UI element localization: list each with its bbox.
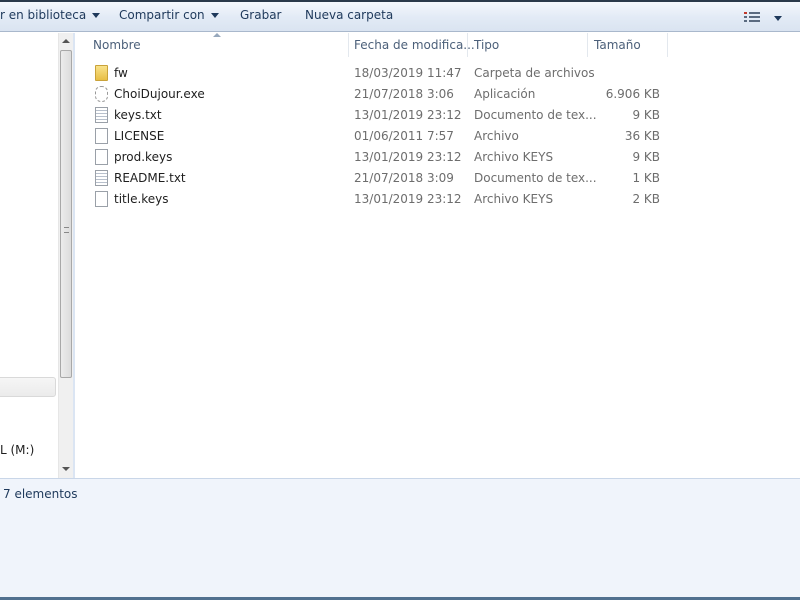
share-with-button[interactable]: Compartir con	[119, 8, 219, 22]
nav-item-drive[interactable]: L (M:)	[0, 443, 34, 457]
file-icon	[95, 149, 108, 165]
column-divider[interactable]	[667, 33, 668, 57]
file-row[interactable]: README.txt 21/07/2018 3:09 Documento de …	[75, 168, 800, 189]
file-name: fw	[114, 66, 128, 80]
navigation-pane: L (M:)	[0, 33, 58, 478]
file-size: 1 KB	[632, 171, 660, 185]
view-details-icon[interactable]	[744, 12, 760, 23]
column-divider[interactable]	[587, 33, 588, 57]
share-with-label: Compartir con	[119, 8, 205, 22]
grip-icon	[64, 227, 69, 233]
file-name: README.txt	[114, 171, 186, 185]
chevron-down-icon	[210, 13, 219, 18]
column-header-date[interactable]: Fecha de modifica...	[354, 38, 475, 52]
file-list: Nombre Fecha de modifica... Tipo Tamaño …	[75, 33, 800, 478]
file-row[interactable]: title.keys 13/01/2019 23:12 Archivo KEYS…	[75, 189, 800, 210]
file-name: LICENSE	[114, 129, 165, 143]
column-header-size[interactable]: Tamaño	[594, 38, 641, 52]
exe-icon	[95, 86, 108, 102]
text-file-icon	[95, 107, 108, 123]
folder-icon	[95, 65, 108, 81]
file-date: 21/07/2018 3:06	[354, 87, 454, 101]
file-type: Carpeta de archivos	[474, 66, 595, 80]
nav-scrollbar[interactable]	[58, 33, 73, 478]
file-type: Documento de tex...	[474, 108, 597, 122]
command-bar: r en biblioteca Compartir con Grabar Nue…	[0, 2, 800, 32]
file-type: Archivo KEYS	[474, 150, 554, 164]
file-date: 21/07/2018 3:09	[354, 171, 454, 185]
file-size: 36 KB	[624, 129, 660, 143]
scroll-down-icon[interactable]	[62, 467, 70, 471]
file-name: title.keys	[114, 192, 169, 206]
file-type: Documento de tex...	[474, 171, 597, 185]
item-count: 7 elementos	[3, 487, 78, 501]
file-size: 9 KB	[632, 150, 660, 164]
text-file-icon	[95, 170, 108, 186]
file-name: keys.txt	[114, 108, 162, 122]
file-date: 13/01/2019 23:12	[354, 108, 462, 122]
status-bar: 7 elementos	[0, 478, 800, 597]
column-divider[interactable]	[348, 33, 349, 57]
column-header-name[interactable]: Nombre	[93, 38, 141, 52]
include-in-library-button[interactable]: r en biblioteca	[0, 8, 101, 22]
file-row[interactable]: prod.keys 13/01/2019 23:12 Archivo KEYS …	[75, 147, 800, 168]
scroll-up-icon[interactable]	[62, 39, 70, 43]
chevron-down-icon	[92, 13, 101, 18]
file-date: 01/06/2011 7:57	[354, 129, 454, 143]
file-row[interactable]: ChoiDujour.exe 21/07/2018 3:06 Aplicació…	[75, 84, 800, 105]
column-divider[interactable]	[467, 33, 468, 57]
file-row[interactable]: fw 18/03/2019 11:47 Carpeta de archivos	[75, 63, 800, 84]
file-type: Aplicación	[474, 87, 536, 101]
file-size: 9 KB	[632, 108, 660, 122]
file-icon	[95, 128, 108, 144]
nav-item-highlight[interactable]	[0, 377, 56, 397]
include-in-library-label: r en biblioteca	[0, 8, 87, 22]
new-folder-button[interactable]: Nueva carpeta	[305, 8, 393, 22]
file-size: 2 KB	[632, 192, 660, 206]
file-name: prod.keys	[114, 150, 173, 164]
column-header-type[interactable]: Tipo	[474, 38, 499, 52]
file-size: 6.906 KB	[605, 87, 660, 101]
file-row[interactable]: LICENSE 01/06/2011 7:57 Archivo 36 KB	[75, 126, 800, 147]
view-options-chevron-icon[interactable]	[774, 16, 782, 21]
file-type: Archivo KEYS	[474, 192, 554, 206]
scroll-thumb[interactable]	[60, 50, 72, 378]
file-name: ChoiDujour.exe	[114, 87, 205, 101]
file-row[interactable]: keys.txt 13/01/2019 23:12 Documento de t…	[75, 105, 800, 126]
file-icon	[95, 191, 108, 207]
file-date: 13/01/2019 23:12	[354, 150, 462, 164]
file-type: Archivo	[474, 129, 519, 143]
sort-ascending-icon	[213, 33, 221, 37]
burn-button[interactable]: Grabar	[240, 8, 282, 22]
file-date: 13/01/2019 23:12	[354, 192, 462, 206]
file-date: 18/03/2019 11:47	[354, 66, 462, 80]
